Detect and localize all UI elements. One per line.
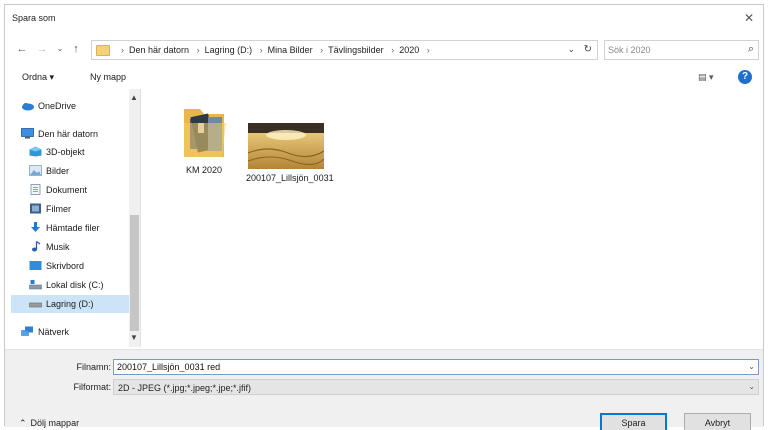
refresh-icon[interactable]: ↻: [584, 44, 592, 55]
sidebar-item-label: Hämtade filer: [46, 223, 100, 233]
network-icon: [21, 326, 33, 336]
image-tile[interactable]: 200107_Lillsjön_0031: [246, 101, 334, 197]
format-row: Filformat: 2D - JPEG (*.jpg;*.jpeg;*.jpe…: [5, 378, 763, 396]
sidebar-item-label: Musik: [46, 242, 70, 252]
up-arrow-icon[interactable]: ↑: [69, 41, 83, 57]
music-icon: [32, 241, 41, 252]
save-as-dialog: Spara som ✕ ← → ⌄ ↑ › Den här datorn › Lag…: [4, 4, 764, 430]
sidebar-item-network[interactable]: Nätverk: [11, 323, 129, 341]
scroll-down-icon[interactable]: ▼: [130, 333, 138, 342]
image-thumbnail: [248, 123, 324, 169]
sidebar-item-storage-d[interactable]: Lagring (D:): [11, 295, 129, 313]
file-name: KM 2020: [185, 165, 223, 175]
breadcrumb-item[interactable]: Mina Bilder: [268, 45, 313, 55]
sidebar-item-music[interactable]: Musik: [11, 238, 129, 256]
sidebar-item-desktop[interactable]: Skrivbord: [11, 257, 129, 275]
address-bar[interactable]: › Den här datorn › Lagring (D:) › Mina Bild…: [91, 40, 598, 60]
back-arrow-icon[interactable]: ←: [15, 41, 29, 57]
sidebar-item-local-disk-c[interactable]: Lokal disk (C:): [11, 276, 129, 294]
format-select[interactable]: 2D - JPEG (*.jpg;*.jpeg;*.jpe;*.jfif) ⌄: [113, 379, 759, 395]
videos-icon: [30, 203, 41, 214]
drive-c-icon: [29, 280, 42, 290]
sidebar-item-label: Skrivbord: [46, 261, 85, 271]
sidebar-item-label: Lokal disk (C:): [46, 280, 104, 290]
sidebar-item-label: 3D-objekt: [46, 147, 85, 157]
chevron-up-icon: ⌃: [19, 418, 27, 428]
filename-input[interactable]: [117, 361, 737, 373]
folder-tile[interactable]: KM 2020: [164, 101, 244, 181]
hide-folders-button[interactable]: ⌃ Dölj mappar: [19, 418, 79, 429]
sidebar-item-onedrive[interactable]: OneDrive: [11, 97, 129, 115]
toolbar: Ordna ▾ Ny mapp ▤ ▾ ?: [5, 65, 763, 89]
sidebar-item-label: Filmer: [46, 204, 71, 214]
search-input[interactable]: [608, 43, 738, 57]
organize-menu[interactable]: Ordna ▾: [22, 72, 54, 83]
sidebar-item-label: OneDrive: [38, 101, 77, 111]
onedrive-icon: [22, 103, 34, 111]
file-name: 200107_Lillsjön_0031: [246, 173, 334, 183]
chevron-down-icon[interactable]: ⌄: [748, 382, 755, 391]
breadcrumb-item[interactable]: 2020: [399, 45, 419, 55]
navigation-pane: OneDrive Den här datorn 3D-objekt Bilder…: [11, 89, 141, 347]
breadcrumb-item[interactable]: Tävlingsbilder: [328, 45, 384, 55]
documents-icon: [30, 184, 41, 195]
recent-locations-chevron-icon[interactable]: ⌄: [53, 41, 67, 57]
navigation-scrollbar[interactable]: ▲ ▼: [129, 89, 140, 347]
chevron-down-icon[interactable]: ⌄: [748, 362, 755, 371]
sidebar-item-this-pc[interactable]: Den här datorn: [11, 125, 129, 143]
title-bar: Spara som ✕: [5, 5, 763, 33]
search-icon[interactable]: ⌕: [748, 43, 754, 56]
folder-icon: [184, 109, 226, 157]
breadcrumb-item[interactable]: Den här datorn: [129, 45, 189, 55]
format-label: Filformat:: [73, 382, 111, 392]
scrollbar-thumb[interactable]: [130, 215, 139, 331]
breadcrumb: › Den här datorn › Lagring (D:) › Mina Bild…: [121, 45, 430, 55]
search-box[interactable]: ⌕: [604, 40, 759, 60]
address-row: ← → ⌄ ↑ › Den här datorn › Lagring (D:) › M…: [5, 37, 763, 63]
close-icon[interactable]: ✕: [741, 10, 757, 26]
filename-row: Filnamn: ⌄: [5, 358, 763, 376]
sidebar-item-label: Bilder: [46, 166, 70, 176]
cancel-button[interactable]: Avbryt: [684, 413, 751, 430]
breadcrumb-item[interactable]: Lagring (D:): [205, 45, 253, 55]
folder-icon: [96, 45, 110, 56]
filename-combobox[interactable]: ⌄: [113, 359, 759, 375]
file-list: KM 2020 200107_Lillsjön_0031: [142, 89, 762, 347]
hide-folders-label: Dölj mappar: [30, 418, 80, 428]
format-value: 2D - JPEG (*.jpg;*.jpeg;*.jpe;*.jfif): [118, 383, 252, 393]
new-folder-button[interactable]: Ny mapp: [90, 72, 126, 82]
sidebar-item-documents[interactable]: Dokument: [11, 181, 129, 199]
forward-arrow-icon[interactable]: →: [35, 41, 49, 57]
sidebar-item-label: Dokument: [46, 185, 88, 195]
sidebar-item-downloads[interactable]: Hämtade filer: [11, 219, 129, 237]
sidebar-item-pictures[interactable]: Bilder: [11, 162, 129, 180]
drive-d-icon: [29, 302, 42, 308]
sidebar-item-label: Nätverk: [38, 327, 70, 337]
save-button[interactable]: Spara: [600, 413, 667, 430]
help-icon[interactable]: ?: [738, 70, 752, 84]
sidebar-item-3d-objects[interactable]: 3D-objekt: [11, 143, 129, 161]
sidebar-item-label: Lagring (D:): [46, 299, 94, 309]
computer-icon: [21, 128, 34, 139]
save-form: Filnamn: ⌄ Filformat: 2D - JPEG (*.jpg;*…: [5, 349, 763, 430]
3d-objects-icon: [29, 146, 42, 157]
downloads-icon: [31, 222, 40, 232]
sidebar-item-videos[interactable]: Filmer: [11, 200, 129, 218]
desktop-icon: [29, 261, 42, 270]
view-options-icon[interactable]: ▤ ▾: [698, 72, 714, 83]
dialog-title: Spara som: [12, 13, 56, 23]
scroll-up-icon[interactable]: ▲: [130, 93, 138, 102]
filename-label: Filnamn:: [76, 362, 111, 372]
address-dropdown-icon[interactable]: ⌄: [567, 44, 575, 55]
sidebar-item-label: Den här datorn: [38, 129, 99, 139]
pictures-icon: [29, 165, 42, 176]
